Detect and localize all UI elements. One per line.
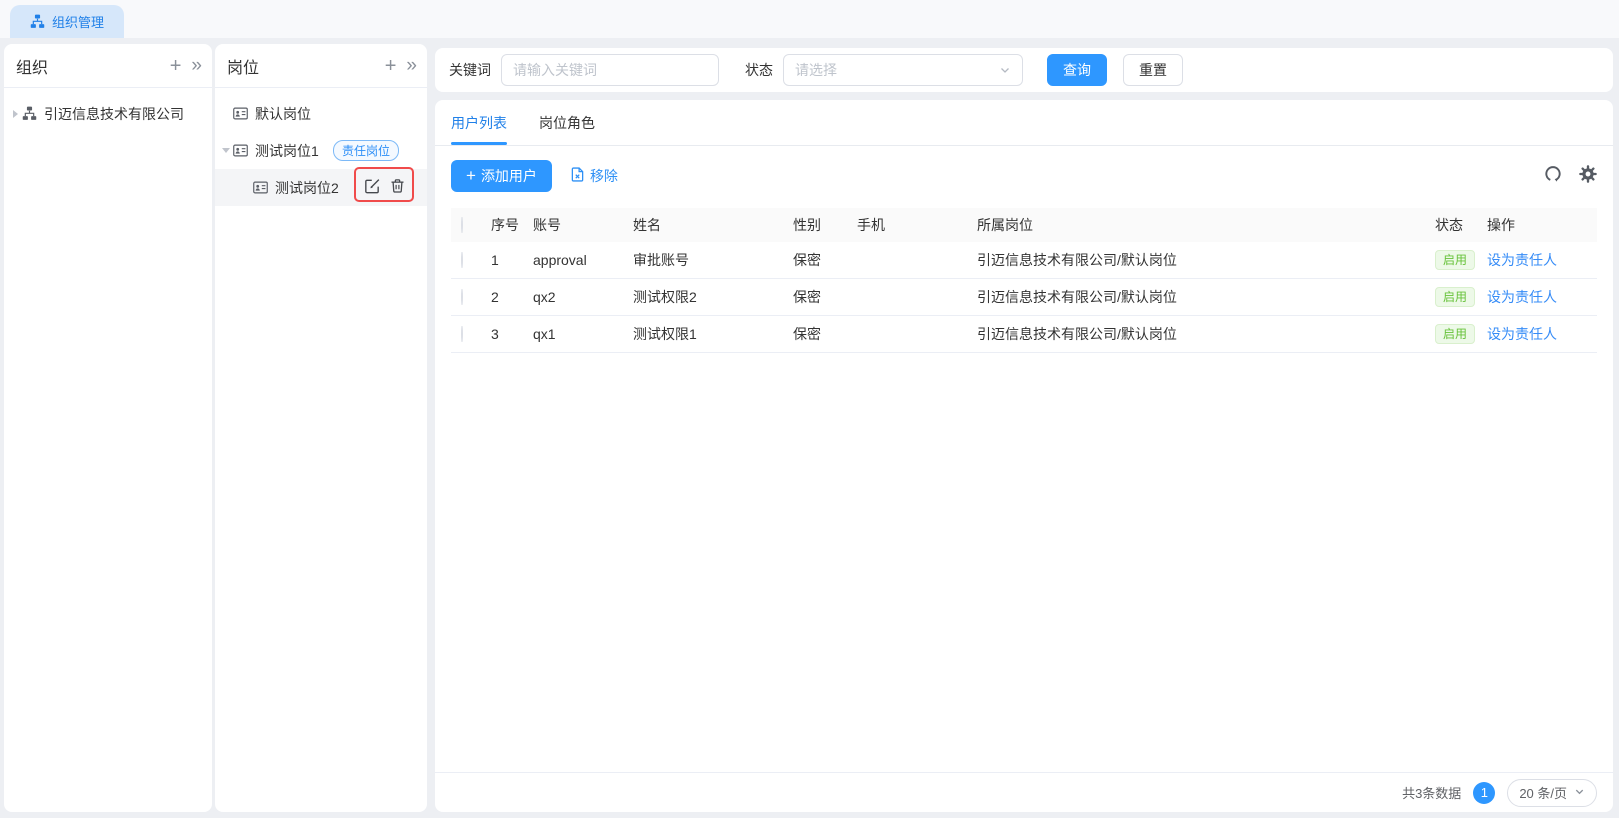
cell-account: approval xyxy=(533,252,633,268)
status-select[interactable]: 请选择 xyxy=(783,54,1023,86)
keyword-label: 关键词 xyxy=(449,60,491,80)
query-button[interactable]: 查询 xyxy=(1047,54,1107,86)
position-tree-item-default[interactable]: 默认岗位 xyxy=(215,95,427,132)
position-label: 默认岗位 xyxy=(255,104,311,124)
cell-index: 3 xyxy=(491,326,533,342)
cell-index: 2 xyxy=(491,289,533,305)
edit-icon[interactable] xyxy=(364,178,380,197)
organization-management-screen: 组织管理 组织 + » 引迈信息技术 xyxy=(0,0,1619,818)
add-user-button[interactable]: + 添加用户 xyxy=(451,160,552,192)
status-badge: 启用 xyxy=(1435,324,1475,344)
cell-position: 引迈信息技术有限公司/默认岗位 xyxy=(977,250,1435,270)
total-count-text: 共3条数据 xyxy=(1402,783,1461,802)
table-toolbar: + 添加用户 移除 xyxy=(451,160,1597,192)
position-panel: 岗位 + » 默认岗位 xyxy=(215,44,427,812)
id-card-icon xyxy=(233,143,248,158)
add-position-icon[interactable]: + xyxy=(385,56,397,76)
cell-account: qx2 xyxy=(533,289,633,305)
table-row: 1 approval 审批账号 保密 引迈信息技术有限公司/默认岗位 启用 设为… xyxy=(451,242,1597,279)
column-header: 所属岗位 xyxy=(977,215,1435,235)
caret-right-icon[interactable] xyxy=(8,110,22,118)
page-size-select[interactable]: 20 条/页 xyxy=(1507,779,1597,807)
tab-user-list[interactable]: 用户列表 xyxy=(451,100,507,145)
refresh-icon[interactable] xyxy=(1544,165,1562,188)
org-chart-icon xyxy=(30,14,45,29)
tab-position-role[interactable]: 岗位角色 xyxy=(539,100,595,145)
column-header: 手机 xyxy=(857,215,977,235)
table-row: 2 qx2 测试权限2 保密 引迈信息技术有限公司/默认岗位 启用 设为责任人 xyxy=(451,279,1597,316)
position-tree-item-test2[interactable]: 测试岗位2 xyxy=(215,169,427,206)
page-tabstrip: 组织管理 xyxy=(0,0,1619,38)
column-header: 序号 xyxy=(491,215,533,235)
id-card-icon xyxy=(253,180,268,195)
position-panel-header: 岗位 + » xyxy=(215,44,427,88)
organization-panel-title: 组织 xyxy=(16,54,170,78)
cell-position: 引迈信息技术有限公司/默认岗位 xyxy=(977,324,1435,344)
position-label: 测试岗位2 xyxy=(275,178,339,198)
settings-gear-icon[interactable] xyxy=(1579,165,1597,188)
row-checkbox[interactable] xyxy=(461,289,463,305)
cell-gender: 保密 xyxy=(793,287,857,307)
filter-bar: 关键词 状态 请选择 查询 重置 xyxy=(435,48,1613,92)
pagination-bar: 共3条数据 1 20 条/页 xyxy=(435,772,1613,812)
collapse-panel-icon[interactable]: » xyxy=(406,56,415,75)
cell-name: 审批账号 xyxy=(633,250,793,270)
table-header-row: 序号 账号 姓名 性别 手机 所属岗位 状态 操作 xyxy=(451,208,1597,242)
remove-button[interactable]: 移除 xyxy=(570,166,618,186)
cell-name: 测试权限1 xyxy=(633,324,793,344)
content-tabs: 用户列表 岗位角色 xyxy=(435,100,1613,146)
position-tree: 默认岗位 测试岗位1 责任岗位 xyxy=(215,88,427,206)
row-checkbox[interactable] xyxy=(461,326,463,342)
column-header: 状态 xyxy=(1435,215,1487,235)
company-label: 引迈信息技术有限公司 xyxy=(44,104,184,124)
cell-gender: 保密 xyxy=(793,324,857,344)
add-organization-icon[interactable]: + xyxy=(170,56,182,76)
set-responsible-link[interactable]: 设为责任人 xyxy=(1487,252,1557,268)
cell-account: qx1 xyxy=(533,326,633,342)
status-select-placeholder: 请选择 xyxy=(795,60,999,80)
status-label: 状态 xyxy=(745,60,773,80)
plus-icon: + xyxy=(466,166,476,186)
user-table: 序号 账号 姓名 性别 手机 所属岗位 状态 操作 1 approval 审批账… xyxy=(451,208,1597,353)
cell-name: 测试权限2 xyxy=(633,287,793,307)
page-number-button[interactable]: 1 xyxy=(1473,782,1495,804)
tab-organization-management[interactable]: 组织管理 xyxy=(10,5,124,38)
set-responsible-link[interactable]: 设为责任人 xyxy=(1487,326,1557,342)
collapse-panel-icon[interactable]: » xyxy=(191,56,200,75)
chevron-down-icon xyxy=(1574,785,1585,800)
set-responsible-link[interactable]: 设为责任人 xyxy=(1487,289,1557,305)
cell-index: 1 xyxy=(491,252,533,268)
position-tree-item-test1[interactable]: 测试岗位1 责任岗位 xyxy=(215,132,427,169)
page-tab-label: 组织管理 xyxy=(52,12,104,31)
organization-panel: 组织 + » 引迈信息技术有限公司 xyxy=(4,44,212,812)
status-badge: 启用 xyxy=(1435,287,1475,307)
cell-position: 引迈信息技术有限公司/默认岗位 xyxy=(977,287,1435,307)
org-chart-icon xyxy=(22,106,37,121)
id-card-icon xyxy=(233,106,248,121)
column-header: 姓名 xyxy=(633,215,793,235)
column-header: 操作 xyxy=(1487,215,1597,235)
document-remove-icon xyxy=(570,167,585,185)
cell-gender: 保密 xyxy=(793,250,857,270)
position-panel-title: 岗位 xyxy=(227,54,385,78)
delete-icon[interactable] xyxy=(390,178,405,197)
reset-button[interactable]: 重置 xyxy=(1123,54,1183,86)
responsible-position-badge: 责任岗位 xyxy=(333,140,399,161)
table-row: 3 qx1 测试权限1 保密 引迈信息技术有限公司/默认岗位 启用 设为责任人 xyxy=(451,316,1597,353)
org-tree-item-company[interactable]: 引迈信息技术有限公司 xyxy=(4,95,212,132)
organization-tree: 引迈信息技术有限公司 xyxy=(4,88,212,132)
column-header: 账号 xyxy=(533,215,633,235)
keyword-input[interactable] xyxy=(501,54,719,86)
main-content-card: 用户列表 岗位角色 + 添加用户 移除 xyxy=(435,100,1613,812)
caret-down-icon[interactable] xyxy=(219,148,233,153)
position-label: 测试岗位1 xyxy=(255,141,319,161)
organization-panel-header: 组织 + » xyxy=(4,44,212,88)
column-header: 性别 xyxy=(793,215,857,235)
status-badge: 启用 xyxy=(1435,250,1475,270)
chevron-down-icon xyxy=(999,64,1011,76)
row-checkbox[interactable] xyxy=(461,252,463,268)
select-all-checkbox[interactable] xyxy=(461,217,463,233)
